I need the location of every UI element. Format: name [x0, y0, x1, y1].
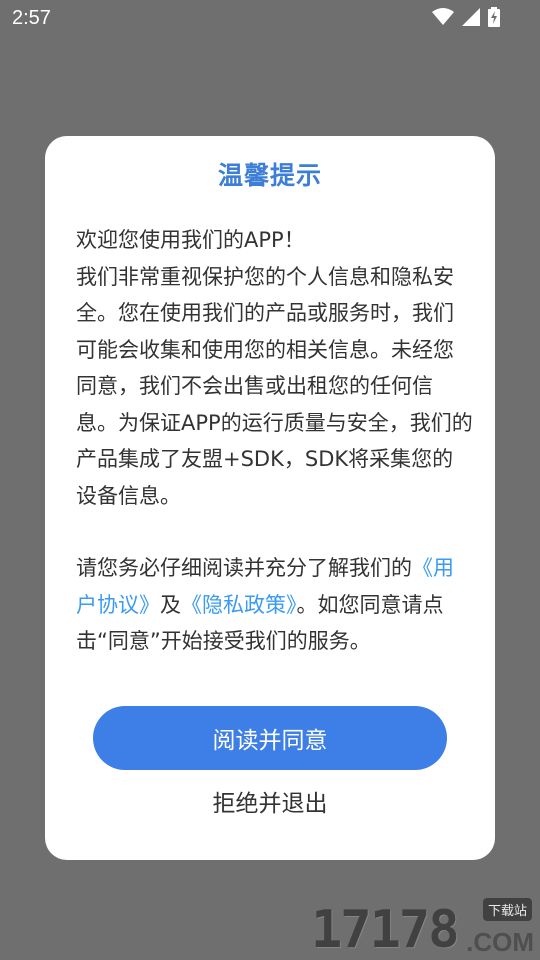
watermark-digits: 17178: [311, 900, 460, 960]
dialog-body[interactable]: 欢迎您使用我们的APP！ 我们非常重视保护您的个人信息和隐私安全。您在使用我们的…: [76, 222, 474, 652]
agree-button[interactable]: 阅读并同意: [93, 706, 447, 770]
cellular-signal-icon: [462, 8, 480, 26]
welcome-line: 欢迎您使用我们的APP！: [76, 228, 305, 252]
wifi-icon: [432, 8, 454, 26]
agreement-paragraph: 请您务必仔细阅读并充分了解我们的《用户协议》及《隐私政策》。如您同意请点击“同意…: [76, 550, 474, 652]
decline-button[interactable]: 拒绝并退出: [45, 784, 495, 824]
privacy-dialog: 温馨提示 欢迎您使用我们的APP！ 我们非常重视保护您的个人信息和隐私安全。您在…: [45, 136, 495, 860]
and-text: 及: [160, 592, 181, 617]
status-bar: 2:57: [0, 0, 540, 36]
battery-charging-icon: [488, 7, 500, 27]
status-icons: [432, 7, 500, 27]
status-time: 2:57: [12, 7, 51, 29]
dialog-title: 温馨提示: [217, 161, 322, 190]
watermark-badge: 下载站: [482, 898, 532, 921]
watermark-domain: .COM: [466, 927, 534, 957]
privacy-policy-link[interactable]: 《隐私政策》: [181, 593, 297, 617]
agreement-intro-text: 请您务必仔细阅读并充分了解我们的: [76, 556, 412, 580]
watermark-logo: 17178 下载站 .COM: [311, 896, 536, 960]
privacy-intro-text: 我们非常重视保护您的个人信息和隐私安全。您在使用我们的产品或服务时，我们可能会收…: [76, 264, 473, 508]
